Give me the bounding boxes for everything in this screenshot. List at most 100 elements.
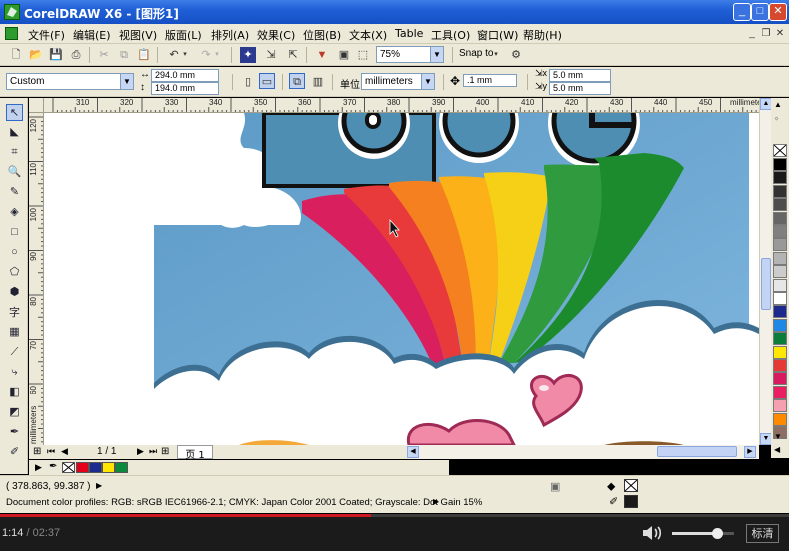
polygon-tool-icon[interactable]: ⬠ <box>6 264 23 281</box>
palette-swatch[interactable] <box>773 211 787 225</box>
horizontal-scrollbar[interactable]: ◀ ▶ <box>407 445 759 459</box>
last-page-icon[interactable]: ⏭ <box>149 446 157 457</box>
page-size-select[interactable]: Custom ▼ <box>6 73 134 90</box>
redo-icon[interactable]: ↷ <box>198 47 214 63</box>
duplicate-y-field[interactable]: 5.0 mm <box>549 82 611 95</box>
document-color-profiles[interactable]: Document color profiles: RGB: sRGB IEC61… <box>6 497 482 508</box>
portrait-icon[interactable]: ▯ <box>240 74 256 90</box>
menu-arrange[interactable]: 排列(A) <box>211 27 249 43</box>
menu-help[interactable]: 帮助(H) <box>523 27 562 43</box>
volume-knob[interactable] <box>711 528 723 539</box>
menu-view[interactable]: 视图(V) <box>119 27 157 43</box>
import-icon[interactable]: ⇲ <box>263 47 279 63</box>
minimize-button[interactable]: _ <box>733 3 751 21</box>
horizontal-scroll-thumb[interactable] <box>657 446 737 457</box>
document-icon[interactable] <box>5 27 18 40</box>
drawing-canvas[interactable] <box>44 113 759 445</box>
palette-swatch[interactable] <box>773 318 787 332</box>
palette-swatch[interactable] <box>773 171 787 185</box>
color-proof-icon[interactable]: ▣ <box>550 480 560 493</box>
status-expand-icon[interactable]: ▶ <box>96 481 102 490</box>
navigator-icon[interactable]: ⊕ <box>760 446 768 457</box>
doc-close-button[interactable]: ✕ <box>774 28 786 40</box>
palette-swatch[interactable] <box>773 184 787 198</box>
vertical-scroll-thumb[interactable] <box>761 258 771 310</box>
add-page-icon[interactable]: ⊞ <box>33 446 41 457</box>
quality-button[interactable]: 标清 <box>746 524 779 543</box>
page-height-field[interactable]: 194.0 mm <box>151 82 219 95</box>
zoom-level-select[interactable]: 75% ▼ <box>376 46 444 63</box>
doc-restore-button[interactable]: ❐ <box>760 28 772 40</box>
new-icon[interactable]: 🗋 <box>8 47 24 63</box>
duplicate-x-field[interactable]: 5.0 mm <box>549 69 611 82</box>
palette-swatch[interactable] <box>773 345 787 359</box>
publish-pdf-icon[interactable]: ▼ <box>314 47 330 63</box>
transparency-tool-icon[interactable]: ◩ <box>6 404 23 421</box>
first-page-icon[interactable]: ⏮ <box>47 446 55 457</box>
palette-scroll-down-icon[interactable]: ▼ <box>774 432 782 441</box>
palette-swatch[interactable] <box>773 251 787 265</box>
save-icon[interactable]: 💾 <box>48 47 64 63</box>
fill-color-swatch[interactable] <box>624 479 638 492</box>
rectangle-tool-icon[interactable]: □ <box>6 224 23 241</box>
blend-tool-icon[interactable]: ◧ <box>6 384 23 401</box>
menu-table[interactable]: Table <box>395 27 423 40</box>
palette-swatch[interactable] <box>773 305 787 319</box>
snap-to-button[interactable]: Snap to <box>459 48 493 59</box>
all-pages-icon[interactable]: ⧉ <box>289 73 305 89</box>
menu-bitmaps[interactable]: 位图(B) <box>303 27 341 43</box>
document-palette-swatch[interactable] <box>115 462 128 473</box>
search-content-icon[interactable]: ✦ <box>240 47 256 63</box>
volume-slider[interactable] <box>672 528 734 539</box>
palette-swatch[interactable] <box>773 332 787 346</box>
maximize-button[interactable]: □ <box>751 3 769 21</box>
menu-window[interactable]: 窗口(W) <box>477 27 518 43</box>
palette-swatch[interactable] <box>773 372 787 386</box>
paste-icon[interactable]: 📋 <box>136 47 152 63</box>
scroll-left-icon[interactable]: ◀ <box>407 446 419 458</box>
coreldraw-app-icon[interactable] <box>4 4 20 20</box>
freehand-tool-icon[interactable]: ✎ <box>6 184 23 201</box>
app-launcher-icon[interactable]: ▣ <box>336 47 352 63</box>
smart-fill-tool-icon[interactable]: ◈ <box>6 204 23 221</box>
palette-swatch[interactable] <box>773 158 787 171</box>
scroll-right-icon[interactable]: ▶ <box>744 446 756 458</box>
palette-swatch[interactable] <box>773 238 787 252</box>
current-page-icon[interactable]: ▥ <box>310 74 326 90</box>
vertical-ruler[interactable]: 120 110 100 90 80 70 60 millimeters <box>29 113 44 445</box>
volume-icon[interactable] <box>641 524 663 542</box>
dimension-tool-icon[interactable]: ⟋ <box>6 344 23 361</box>
ellipse-tool-icon[interactable]: ○ <box>6 244 23 261</box>
palette-swatch[interactable] <box>773 359 787 372</box>
eyedropper-tool-icon[interactable]: ✒ <box>6 424 23 441</box>
no-color-swatch[interactable] <box>773 144 787 157</box>
crop-tool-icon[interactable]: ⌗ <box>6 144 23 161</box>
page-width-field[interactable]: 294.0 mm <box>151 69 219 82</box>
palette-swatch[interactable] <box>773 225 787 238</box>
vertical-scrollbar[interactable]: ▲ ▼ <box>759 98 772 445</box>
palette-swatch[interactable] <box>773 385 787 399</box>
document-palette-swatch[interactable] <box>102 462 115 473</box>
units-select[interactable]: millimeters ▼ <box>361 73 435 90</box>
undo-icon[interactable]: ↶ <box>166 47 182 63</box>
basic-shapes-tool-icon[interactable]: ⬢ <box>6 284 23 301</box>
outline-color-swatch[interactable] <box>624 495 638 508</box>
connector-tool-icon[interactable]: ⤷ <box>6 364 23 381</box>
menu-effects[interactable]: 效果(C) <box>257 27 295 43</box>
text-tool-icon[interactable]: 字 <box>6 304 23 321</box>
snap-to-dropdown-icon[interactable]: ▾ <box>492 47 500 63</box>
export-icon[interactable]: ⇱ <box>285 47 301 63</box>
shape-tool-icon[interactable]: ◣ <box>6 124 23 141</box>
document-palette-menu-icon[interactable]: ▶ <box>35 462 42 473</box>
palette-swatch[interactable] <box>773 292 787 305</box>
next-page-icon[interactable]: ▶ <box>137 446 144 457</box>
palette-swatch[interactable] <box>773 198 787 212</box>
document-palette-swatch[interactable] <box>76 462 89 473</box>
pick-tool-icon[interactable]: ↖ <box>6 104 23 121</box>
zoom-tool-icon[interactable]: 🔍 <box>6 164 23 181</box>
table-tool-icon[interactable]: ▦ <box>6 324 23 341</box>
redo-dropdown-icon[interactable]: ▾ <box>213 47 221 63</box>
options-icon[interactable]: ⚙ <box>508 47 524 63</box>
document-palette-swatch[interactable] <box>89 462 102 473</box>
welcome-screen-icon[interactable]: ⬚ <box>355 47 371 63</box>
